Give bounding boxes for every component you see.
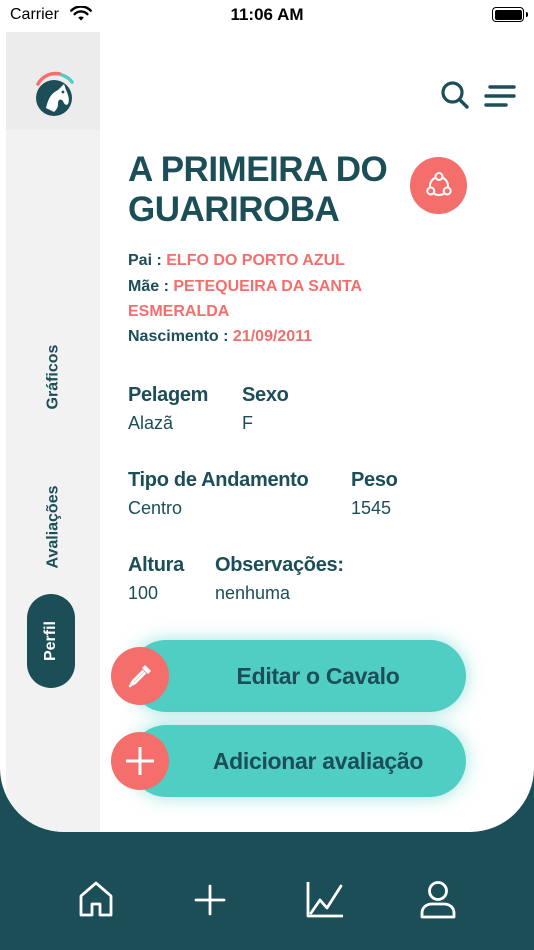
edit-horse-label: Editar o Cavalo <box>236 662 400 689</box>
nascimento-label: Nascimento : <box>128 328 229 345</box>
nascimento-value: 21/09/2011 <box>232 328 313 345</box>
horse-logo-icon <box>36 71 74 116</box>
menu-icon[interactable] <box>484 84 516 108</box>
pai-label: Pai : <box>128 252 162 269</box>
add-evaluation-label: Adicionar avaliação <box>212 747 424 774</box>
horse-name: A PRIMEIRA DO GUARIROBA <box>128 150 388 229</box>
attr-altura: Altura 100 <box>128 554 184 604</box>
pai-value: ELFO DO PORTO AZUL <box>166 252 345 269</box>
home-icon[interactable] <box>78 880 114 918</box>
status-bar: Carrier 11:06 AM <box>0 0 534 30</box>
plus-icon[interactable] <box>194 880 226 918</box>
battery-icon <box>492 7 528 22</box>
nascimento-row: Nascimento : 21/09/2011 <box>128 324 312 349</box>
add-evaluation-button[interactable]: Adicionar avaliação <box>130 725 466 797</box>
sidebar-tab-perfil[interactable]: Perfil <box>27 594 75 688</box>
attr-value: nenhuma <box>215 583 291 603</box>
attr-label: Peso <box>351 469 398 491</box>
attr-value: 100 <box>128 583 159 603</box>
attr-value: F <box>242 413 253 433</box>
sidebar: Gráficos Avaliações Perfil <box>6 32 100 832</box>
sidebar-tab-label: Gráficos <box>43 344 61 410</box>
edit-horse-icon-button[interactable] <box>111 647 169 705</box>
sidebar-tab-label: Perfil <box>41 620 59 662</box>
user-icon[interactable] <box>420 880 456 920</box>
attr-sexo: Sexo F <box>242 384 289 434</box>
status-time: 11:06 AM <box>230 5 304 24</box>
attr-andamento: Tipo de Andamento Centro <box>128 469 309 519</box>
pai-row: Pai : ELFO DO PORTO AZUL <box>128 248 345 273</box>
attr-label: Pelagem <box>128 384 209 406</box>
logo-box <box>6 32 100 130</box>
eyedropper-icon <box>128 665 151 688</box>
attr-label: Altura <box>128 554 184 576</box>
attr-label: Sexo <box>242 384 289 406</box>
attr-peso: Peso 1545 <box>351 469 398 519</box>
search-icon[interactable] <box>440 80 470 110</box>
share-icon <box>425 171 452 196</box>
sidebar-tab-graficos[interactable]: Gráficos <box>16 322 90 432</box>
attr-value: 1545 <box>351 498 392 518</box>
attr-pelagem: Pelagem Alazã <box>128 384 208 434</box>
mae-row: Mãe : PETEQUEIRA DA SANTA ESMERALDA <box>128 274 408 324</box>
app-root: Carrier 11:06 AM Gráficos Avaliações Per… <box>0 0 534 950</box>
mae-label: Mãe : <box>128 278 169 295</box>
edit-horse-button[interactable]: Editar o Cavalo <box>130 640 466 712</box>
add-evaluation-icon-button[interactable] <box>111 732 169 790</box>
attr-value: Centro <box>128 498 183 518</box>
attr-label: Observações: <box>215 554 344 576</box>
attr-value: Alazã <box>128 413 174 433</box>
attr-observacoes: Observações: nenhuma <box>215 554 344 604</box>
sidebar-tab-avaliacoes[interactable]: Avaliações <box>16 457 90 597</box>
chart-icon[interactable] <box>305 880 345 920</box>
sidebar-tab-label: Avaliações <box>44 485 62 569</box>
main-card: Carrier 11:06 AM Gráficos Avaliações Per… <box>0 0 534 832</box>
attr-label: Tipo de Andamento <box>128 469 309 491</box>
share-button[interactable] <box>410 157 467 214</box>
plus-icon <box>126 747 154 775</box>
